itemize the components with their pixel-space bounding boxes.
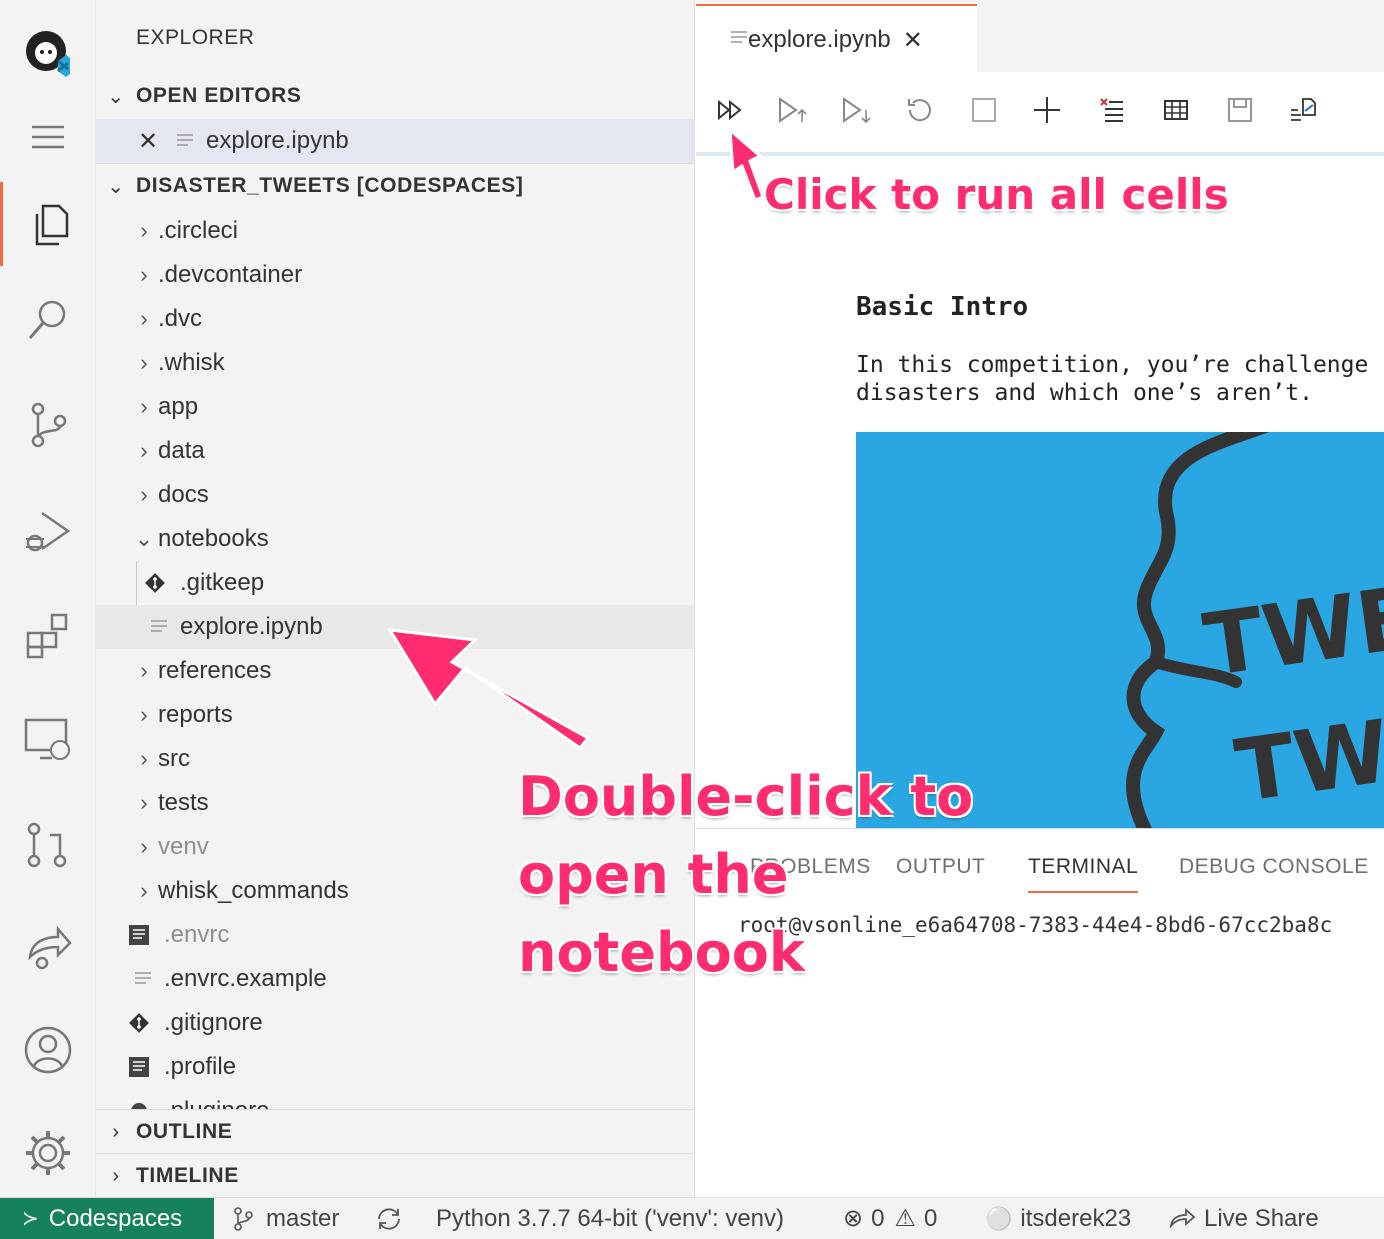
run-all-arrow bbox=[728, 126, 765, 202]
open-notebook-annotation-line: open the bbox=[518, 843, 789, 906]
open-notebook-annotation-line: notebook bbox=[518, 921, 805, 984]
open-notebook-arrow bbox=[387, 628, 591, 751]
open-notebook-annotation-line: Double-click to bbox=[518, 765, 974, 828]
run-all-annotation: Click to run all cells bbox=[764, 170, 1229, 219]
